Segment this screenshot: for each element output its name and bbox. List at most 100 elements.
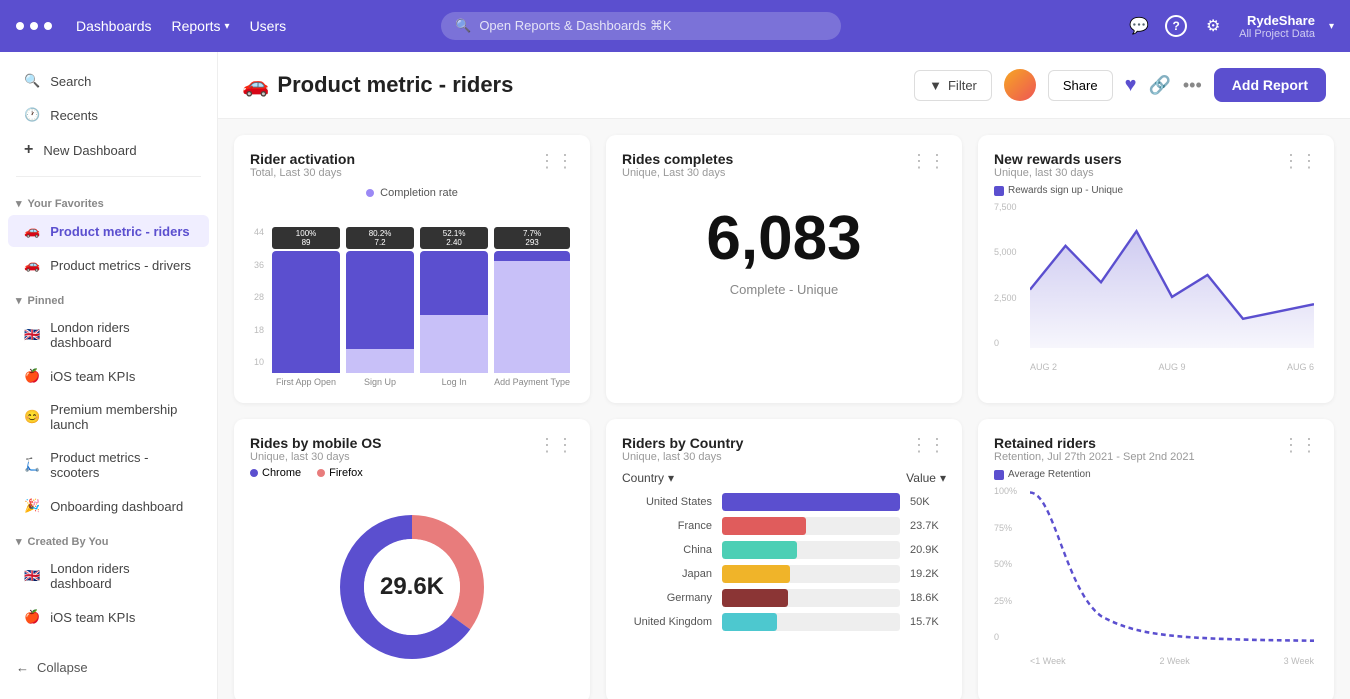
hbar-row: United Kingdom 15.7K (622, 613, 946, 631)
sidebar-item-london-riders[interactable]: 🇬🇧 London riders dashboard (8, 312, 209, 358)
global-search[interactable]: 🔍 Open Reports & Dashboards ⌘K (441, 12, 841, 40)
card-retained-riders: Retained riders Retention, Jul 27th 2021… (978, 419, 1334, 699)
hbar-fill (722, 541, 797, 559)
avatar (1004, 69, 1036, 101)
donut-chart: 29.6K (250, 487, 574, 687)
card-rider-activation: Rider activation Total, Last 30 days ⋮⋮ … (234, 135, 590, 403)
sidebar-search[interactable]: 🔍 Search (8, 65, 209, 97)
dashboard-grid: Rider activation Total, Last 30 days ⋮⋮ … (218, 119, 1350, 699)
car-title-icon: 🚗 (242, 72, 269, 98)
more-options-button[interactable]: ••• (1183, 75, 1202, 96)
help-icon[interactable]: ? (1165, 15, 1187, 37)
donut-center-value: 29.6K (380, 573, 444, 601)
hbar-value: 18.6K (910, 592, 946, 604)
x-axis-labels: AUG 2AUG 9AUG 6 (1030, 362, 1314, 372)
card-header: Retained riders Retention, Jul 27th 2021… (994, 435, 1318, 463)
sidebar-created-section[interactable]: ▾ Created By You (0, 523, 217, 552)
col-country[interactable]: Country ▾ (622, 471, 712, 485)
bar-sign-up: 80.2%7.2 Sign Up (346, 227, 414, 387)
hbar-track (722, 589, 900, 607)
nav-dashboards[interactable]: Dashboards (76, 18, 152, 34)
sidebar-item-ios-created[interactable]: 🍎 iOS team KPIs (8, 601, 209, 633)
card-header: Rides by mobile OS Unique, last 30 days … (250, 435, 574, 463)
sidebar-item-onboarding[interactable]: 🎉 Onboarding dashboard (8, 490, 209, 522)
sort-icon: ▾ (668, 471, 674, 485)
user-dropdown-icon[interactable]: ▾ (1329, 21, 1334, 32)
apple-icon: 🍎 (24, 609, 40, 625)
car-icon: 🚗 (24, 223, 40, 239)
hbar-value: 19.2K (910, 568, 946, 580)
hbar-country-label: United States (622, 496, 712, 508)
notifications-icon[interactable]: 💬 (1127, 14, 1151, 38)
nav-users[interactable]: Users (250, 18, 287, 34)
add-report-button[interactable]: Add Report (1214, 68, 1326, 102)
sidebar-divider-1 (16, 176, 201, 177)
card-title: Rides completes (622, 151, 733, 167)
nav-reports[interactable]: Reports ▾ (172, 18, 230, 34)
card-menu-button[interactable]: ⋮⋮ (538, 435, 574, 456)
hbar-value: 20.9K (910, 544, 946, 556)
sidebar-pinned-section[interactable]: ▾ Pinned (0, 282, 217, 311)
sidebar-favorites-section[interactable]: ▾ Your Favorites (0, 185, 217, 214)
scooter-icon: 🛴 (24, 457, 40, 473)
main-actions: ▼ Filter Share ♥ 🔗 ••• Add Report (914, 68, 1326, 102)
chevron-down-icon: ▾ (16, 535, 22, 548)
firefox-legend-dot (317, 469, 325, 477)
col-value[interactable]: Value ▾ (906, 471, 946, 485)
hbar-value: 23.7K (910, 520, 946, 532)
sidebar-item-product-metric-riders[interactable]: 🚗 Product metric - riders (8, 215, 209, 247)
app-layout: 🔍 Search 🕐 Recents + New Dashboard ▾ You… (0, 52, 1350, 699)
collapse-icon: ← (16, 660, 29, 675)
topnav: Dashboards Reports ▾ Users 🔍 Open Report… (0, 0, 1350, 52)
nav-links: Dashboards Reports ▾ Users (76, 18, 286, 34)
sidebar-item-premium[interactable]: 😊 Premium membership launch (8, 394, 209, 440)
card-menu-button[interactable]: ⋮⋮ (910, 435, 946, 456)
chart-legend: Completion rate (250, 187, 574, 199)
hbar-country-label: Germany (622, 592, 712, 604)
sidebar-item-ios-kpis[interactable]: 🍎 iOS team KPIs (8, 360, 209, 392)
sidebar-item-scooters[interactable]: 🛴 Product metrics - scooters (8, 442, 209, 488)
big-number-value: 6,083 (622, 203, 946, 274)
rewards-chart-svg (1030, 202, 1314, 348)
card-menu-button[interactable]: ⋮⋮ (538, 151, 574, 172)
sidebar-recents[interactable]: 🕐 Recents (8, 99, 209, 131)
legend-dot (366, 189, 374, 197)
card-title: New rewards users (994, 151, 1122, 167)
settings-icon[interactable]: ⚙ (1201, 14, 1225, 38)
sidebar-item-london-created[interactable]: 🇬🇧 London riders dashboard (8, 553, 209, 599)
filter-button[interactable]: ▼ Filter (914, 70, 992, 101)
donut-legend: Chrome Firefox (250, 467, 574, 479)
chart-legend: Rewards sign up - Unique (994, 185, 1318, 196)
card-menu-button[interactable]: ⋮⋮ (1282, 151, 1318, 172)
card-title: Rider activation (250, 151, 355, 167)
chevron-down-icon: ▾ (16, 197, 22, 210)
hbar-fill (722, 589, 788, 607)
card-subtitle: Unique, last 30 days (622, 451, 743, 463)
bar-log-in: 52.1%2.40 Log In (420, 227, 488, 387)
line-chart-rewards: 7,5005,0002,5000 AUG 2AUG 9A (994, 202, 1318, 372)
main-content: 🚗 Product metric - riders ▼ Filter Share… (218, 52, 1350, 699)
plus-icon: + (24, 141, 33, 159)
card-header: New rewards users Unique, last 30 days ⋮… (994, 151, 1318, 179)
hbar-row: Germany 18.6K (622, 589, 946, 607)
sidebar-item-product-metrics-drivers[interactable]: 🚗 Product metrics - drivers (8, 249, 209, 281)
bar-chart-rider-activation: Completion rate 4436281810 100%89 (250, 187, 574, 387)
hbar-fill (722, 613, 777, 631)
hbar-country-label: United Kingdom (622, 616, 712, 628)
hbar-row: France 23.7K (622, 517, 946, 535)
legend-swatch (994, 470, 1004, 480)
card-menu-button[interactable]: ⋮⋮ (910, 151, 946, 172)
apple-icon: 🍎 (24, 368, 40, 384)
hbar-track (722, 565, 900, 583)
share-button[interactable]: Share (1048, 70, 1113, 101)
retention-chart-svg (1030, 486, 1314, 642)
hbar-country-label: France (622, 520, 712, 532)
link-button[interactable]: 🔗 (1148, 75, 1170, 96)
sidebar-new-dashboard[interactable]: + New Dashboard (8, 133, 209, 167)
car-icon: 🚗 (24, 257, 40, 273)
card-menu-button[interactable]: ⋮⋮ (1282, 435, 1318, 456)
card-subtitle: Total, Last 30 days (250, 167, 355, 179)
sidebar-collapse[interactable]: ← Collapse (0, 648, 217, 687)
filter-icon: ▼ (929, 78, 942, 93)
favorite-button[interactable]: ♥ (1125, 74, 1137, 97)
